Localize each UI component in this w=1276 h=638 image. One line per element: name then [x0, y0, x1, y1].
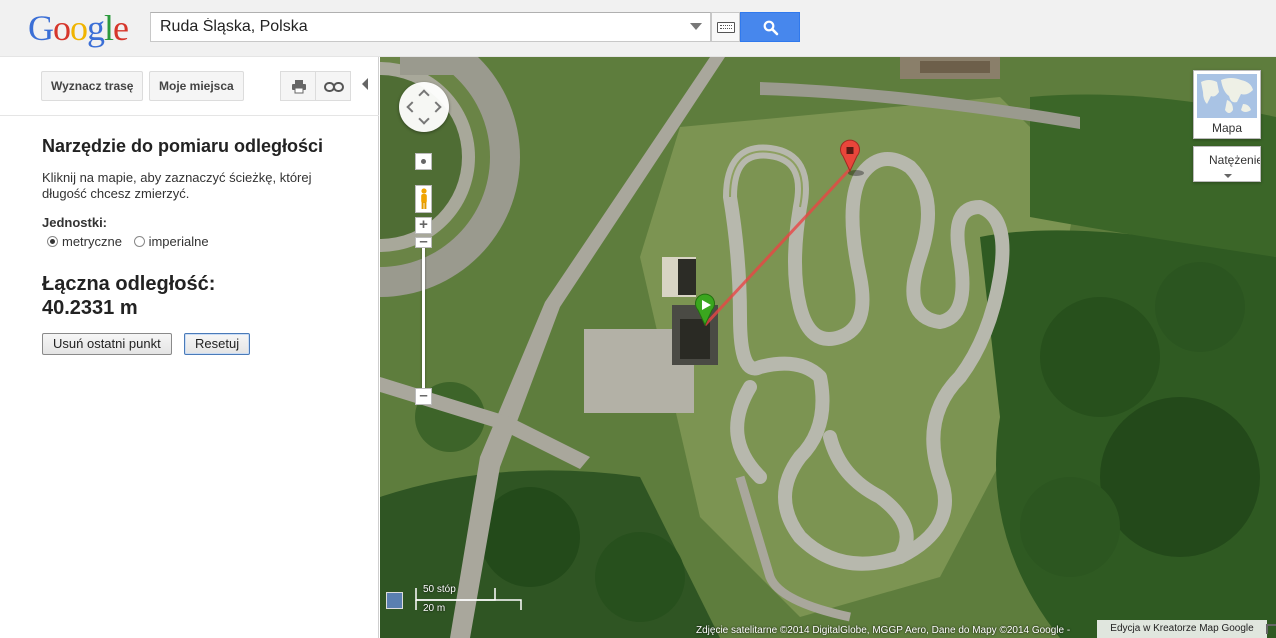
- print-button[interactable]: [280, 71, 316, 101]
- search-box: [150, 12, 711, 42]
- traffic-dropdown-icon[interactable]: [1224, 174, 1232, 178]
- keyboard-icon: [717, 22, 735, 33]
- pan-left-icon[interactable]: [406, 101, 418, 113]
- top-bar: Google: [0, 0, 1276, 57]
- map-scale: 50 stóp 20 m: [386, 584, 526, 614]
- panel-toolbar: Wyznacz trasę Moje miejsca: [0, 57, 379, 116]
- scale-toggle-icon[interactable]: [386, 592, 403, 609]
- map-type-button[interactable]: Mapa: [1193, 70, 1261, 139]
- zoom-slider-track[interactable]: [422, 247, 425, 397]
- map-type-label: Mapa: [1211, 121, 1243, 135]
- zoom-slider-handle[interactable]: –: [415, 234, 432, 249]
- imperial-label[interactable]: imperialne: [149, 234, 209, 249]
- scale-imperial-label: 50 stóp: [423, 584, 456, 595]
- zoom-out-button[interactable]: –: [415, 388, 432, 405]
- total-distance-label: Łączna odległość:: [42, 273, 216, 295]
- units-label: Jednostki:: [42, 215, 108, 230]
- search-input[interactable]: [151, 13, 671, 41]
- units-radio-group: metryczne imperialne: [47, 234, 209, 249]
- link-icon: [324, 82, 344, 92]
- my-location-button[interactable]: [415, 153, 432, 170]
- total-distance-value: 40.2331 m: [42, 297, 138, 319]
- left-panel: Wyznacz trasę Moje miejsca Narzędzie do …: [0, 57, 379, 638]
- traffic-label: Natężenie: [1209, 153, 1261, 167]
- traffic-button[interactable]: Natężenie: [1193, 146, 1261, 182]
- print-icon: [292, 80, 306, 94]
- directions-button[interactable]: Wyznacz trasę: [41, 71, 144, 101]
- imperial-radio[interactable]: [133, 236, 145, 247]
- street-view-pegman[interactable]: [415, 185, 432, 213]
- search-icon: [763, 20, 779, 36]
- collapse-panel-icon[interactable]: [362, 78, 368, 90]
- zoom-in-button[interactable]: +: [415, 217, 432, 234]
- metric-radio[interactable]: [47, 236, 58, 247]
- pan-right-icon[interactable]: [430, 101, 442, 113]
- panel-description: Kliknij na mapie, aby zaznaczyć ścieżkę,…: [42, 170, 312, 201]
- scale-metric-label: 20 m: [423, 603, 446, 614]
- reset-button[interactable]: Resetuj: [184, 333, 251, 355]
- satellite-map[interactable]: + – – Mapa Natężenie 50 stóp 20 m Zdjęci…: [380, 57, 1276, 638]
- undo-last-point-button[interactable]: Usuń ostatni punkt: [42, 333, 172, 355]
- world-map-thumbnail: [1197, 74, 1257, 118]
- google-logo[interactable]: Google: [28, 8, 129, 48]
- my-places-button[interactable]: Moje miejsca: [149, 71, 244, 101]
- pegman-icon: [421, 188, 427, 209]
- map-maker-link[interactable]: Edycja w Kreatorze Map Google: [1097, 620, 1267, 638]
- pan-up-icon[interactable]: [418, 89, 430, 101]
- panel-title: Narzędzie do pomiaru odległości: [42, 136, 324, 156]
- pan-down-icon[interactable]: [418, 113, 430, 125]
- keyboard-button[interactable]: [711, 12, 740, 42]
- link-button[interactable]: [315, 71, 351, 101]
- search-dropdown-icon[interactable]: [690, 23, 702, 30]
- pan-control[interactable]: [399, 82, 449, 132]
- satellite-imagery: [380, 57, 1276, 638]
- copyright-text: Zdjęcie satelitarne ©2014 DigitalGlobe, …: [696, 625, 1071, 636]
- metric-label[interactable]: metryczne: [62, 234, 122, 249]
- search-button[interactable]: [740, 12, 800, 42]
- expand-corner-icon[interactable]: [1266, 624, 1276, 634]
